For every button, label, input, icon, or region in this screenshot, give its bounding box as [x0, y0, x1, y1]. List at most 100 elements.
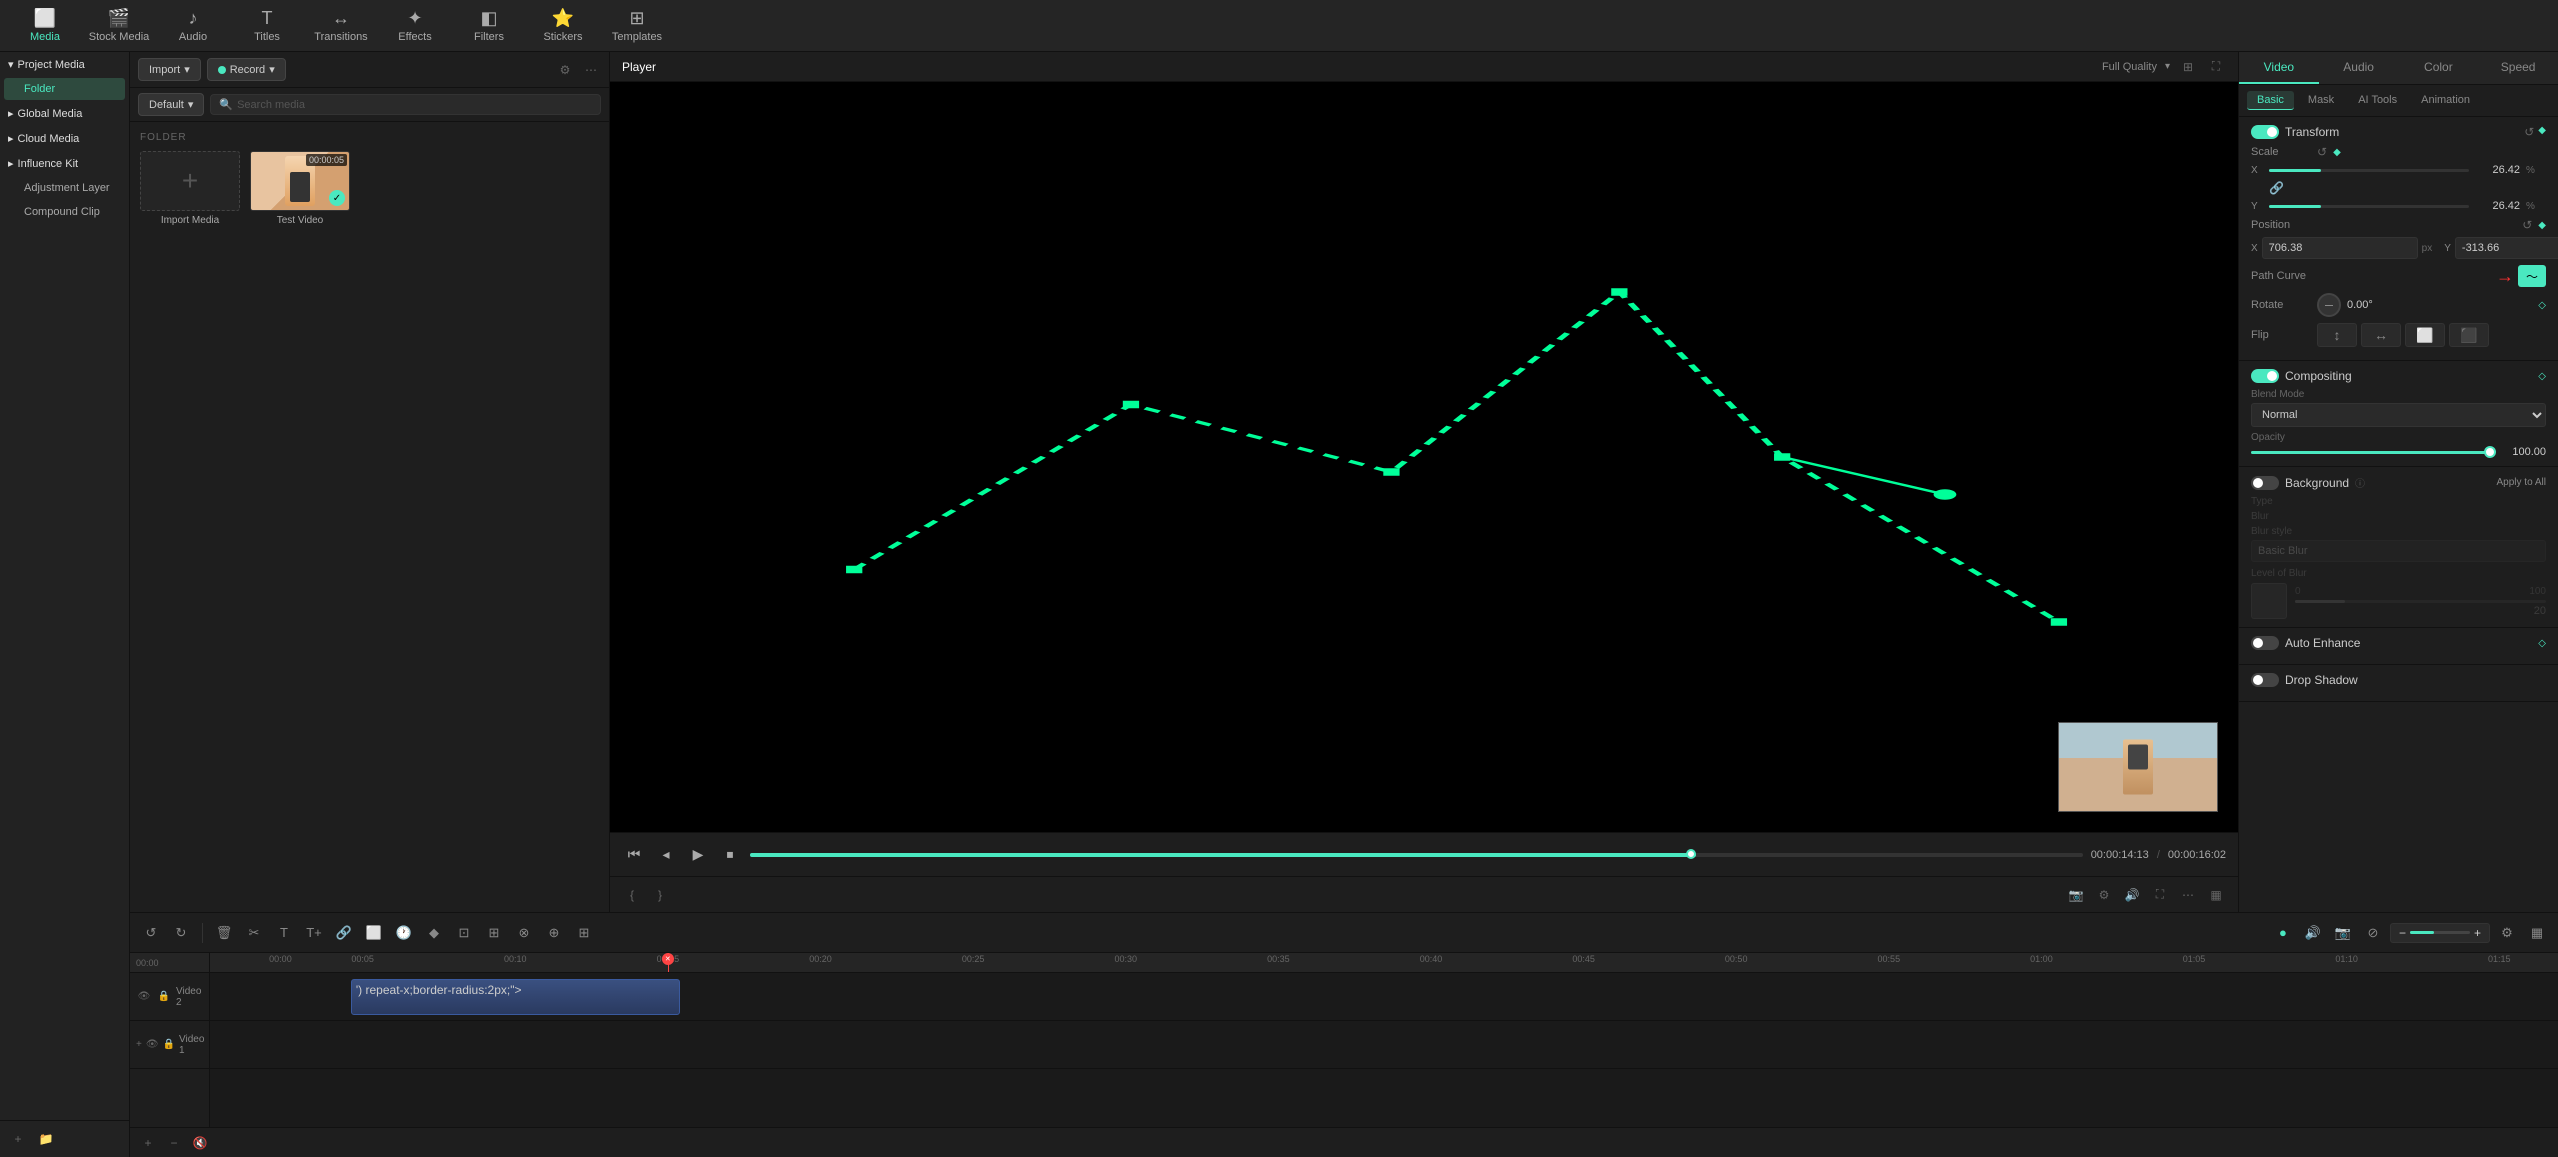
text-tool-button[interactable]: T+ [301, 920, 327, 946]
audio-timeline-button[interactable]: 🔊 [2300, 920, 2326, 946]
search-input[interactable]: Search media [237, 99, 305, 111]
scale-x-slider[interactable] [2269, 169, 2469, 172]
ungroup-button[interactable]: ⊕ [541, 920, 567, 946]
list-item[interactable]: + Import Media [140, 151, 240, 226]
redo-button[interactable]: ↻ [168, 920, 194, 946]
grid-icon[interactable]: ⊞ [2178, 57, 2198, 77]
add-track-icon[interactable]: + [138, 1133, 158, 1153]
transform-tool-button[interactable]: ⊞ [481, 920, 507, 946]
record-button[interactable]: Record ▾ [207, 58, 286, 81]
transform-toggle[interactable] [2251, 125, 2279, 139]
track-video1-eye-icon[interactable]: 👁 [146, 1035, 159, 1055]
position-y-input[interactable] [2455, 237, 2558, 259]
step-back-button[interactable]: ◂ [654, 843, 678, 867]
more-tool-button[interactable]: ⊞ [571, 920, 597, 946]
quality-selector[interactable]: Full Quality [2102, 61, 2157, 73]
sidebar-item-cloud-media[interactable]: ▸ Cloud Media [0, 126, 129, 151]
filter-icon[interactable]: ⚙ [555, 60, 575, 80]
record-timeline-button[interactable]: ● [2270, 920, 2296, 946]
zoom-control[interactable]: − + [2390, 923, 2490, 943]
keyframe-icon[interactable]: ◆ [2538, 125, 2546, 139]
sidebar-item-global-media[interactable]: ▸ Global Media [0, 101, 129, 126]
path-curve-button[interactable]: 〜 [2518, 265, 2546, 287]
group-button[interactable]: ⊗ [511, 920, 537, 946]
chevron-down-icon[interactable]: ▾ [2165, 61, 2170, 72]
undo-button[interactable]: ↺ [138, 920, 164, 946]
list-item[interactable]: 00:00:05 ✓ Test Video [250, 151, 350, 226]
scale-reset-icon[interactable]: ↺ [2317, 145, 2327, 159]
position-x-input[interactable] [2262, 237, 2418, 259]
audio-icon[interactable]: 🔊 [2122, 885, 2142, 905]
blur-slider[interactable] [2295, 600, 2546, 603]
crop-button[interactable]: ⊡ [451, 920, 477, 946]
zoom-in-icon[interactable]: + [2474, 926, 2481, 940]
track-video2-lock-icon[interactable]: 🔒 [156, 987, 172, 1007]
settings-timeline-button[interactable]: ⚙ [2494, 920, 2520, 946]
tab-player[interactable]: Player [622, 60, 656, 74]
default-dropdown[interactable]: Default ▾ [138, 93, 204, 116]
more-icon[interactable]: ⋯ [581, 60, 601, 80]
track-video1-lock-icon[interactable]: 🔒 [163, 1035, 175, 1055]
progress-handle[interactable] [1686, 849, 1696, 859]
link-icon[interactable]: 🔗 [2269, 181, 2284, 195]
position-reset-icon[interactable]: ↺ [2522, 218, 2532, 232]
toolbar-effects[interactable]: ✦ Effects [380, 4, 450, 48]
toolbar-filters[interactable]: ◧ Filters [454, 4, 524, 48]
sidebar-footer-folder-icon[interactable]: 📁 [36, 1129, 56, 1149]
scale-keyframe-icon[interactable]: ◆ [2333, 147, 2341, 158]
playhead[interactable]: ✕ [668, 953, 669, 972]
clock-button[interactable]: 🕐 [391, 920, 417, 946]
mask-button[interactable]: ⬜ [361, 920, 387, 946]
sidebar-item-folder[interactable]: Folder [4, 78, 125, 100]
apply-to-all-button[interactable]: Apply to All [2497, 477, 2546, 488]
opacity-slider[interactable] [2251, 451, 2495, 454]
tab-audio[interactable]: Audio [2319, 52, 2399, 84]
import-button[interactable]: Import ▾ [138, 58, 201, 81]
toolbar-audio[interactable]: ♪ Audio [158, 4, 228, 48]
video-timeline-button[interactable]: 📷 [2330, 920, 2356, 946]
delete-button[interactable]: 🗑 [211, 920, 237, 946]
scale-y-slider[interactable] [2269, 205, 2469, 208]
play-button[interactable]: ▶ [686, 843, 710, 867]
sub-tab-mask[interactable]: Mask [2298, 91, 2344, 110]
toolbar-stickers[interactable]: ⭐ Stickers [528, 4, 598, 48]
expand-icon[interactable]: ⛶ [2206, 57, 2226, 77]
compositing-toggle[interactable] [2251, 369, 2279, 383]
sub-tab-basic[interactable]: Basic [2247, 91, 2294, 110]
opacity-handle[interactable] [2484, 446, 2496, 458]
flip-vertical-button[interactable]: ↕ [2317, 323, 2357, 347]
compositing-keyframe-icon[interactable]: ◇ [2538, 371, 2546, 382]
layout-icon[interactable]: ▦ [2206, 885, 2226, 905]
snapshot-icon[interactable]: 📷 [2066, 885, 2086, 905]
skip-back-button[interactable]: ⏮ [622, 843, 646, 867]
timeline-ruler[interactable]: 00:00 00:05 00:10 00:15 00:20 00:25 00:3… [210, 953, 2558, 973]
progress-bar[interactable] [750, 853, 2083, 857]
out-point-icon[interactable]: } [650, 885, 670, 905]
remove-track-icon[interactable]: − [164, 1133, 184, 1153]
toolbar-media[interactable]: ⬜ Media [10, 4, 80, 48]
drop-shadow-toggle[interactable] [2251, 673, 2279, 687]
toolbar-titles[interactable]: T Titles [232, 4, 302, 48]
track-video1-add-icon[interactable]: + [136, 1035, 142, 1055]
fullscreen-icon[interactable]: ⛶ [2150, 885, 2170, 905]
playhead-marker[interactable]: ✕ [662, 953, 674, 965]
sidebar-item-compound-clip[interactable]: Compound Clip [4, 201, 125, 223]
sub-tab-animation[interactable]: Animation [2411, 91, 2480, 110]
toolbar-templates[interactable]: ⊞ Templates [602, 4, 672, 48]
flip-option3-button[interactable]: ⬜ [2405, 323, 2445, 347]
flip-horizontal-button[interactable]: ↔ [2361, 323, 2401, 347]
track-video2-eye-icon[interactable]: 👁 [136, 987, 152, 1007]
sidebar-item-influence-kit[interactable]: ▸ Influence Kit [0, 151, 129, 176]
position-keyframe-icon[interactable]: ◆ [2538, 220, 2546, 231]
sidebar-footer-add-icon[interactable]: + [8, 1129, 28, 1149]
more-options-icon[interactable]: ⋯ [2178, 885, 2198, 905]
text-button[interactable]: T [271, 920, 297, 946]
search-bar[interactable]: 🔍 Search media [210, 94, 601, 115]
stop-button[interactable]: ⏹ [718, 843, 742, 867]
tab-color[interactable]: Color [2399, 52, 2479, 84]
layout-timeline-button[interactable]: ▦ [2524, 920, 2550, 946]
background-toggle[interactable] [2251, 476, 2279, 490]
marker-button[interactable]: ◆ [421, 920, 447, 946]
tab-speed[interactable]: Speed [2478, 52, 2558, 84]
sub-tab-ai-tools[interactable]: AI Tools [2348, 91, 2407, 110]
